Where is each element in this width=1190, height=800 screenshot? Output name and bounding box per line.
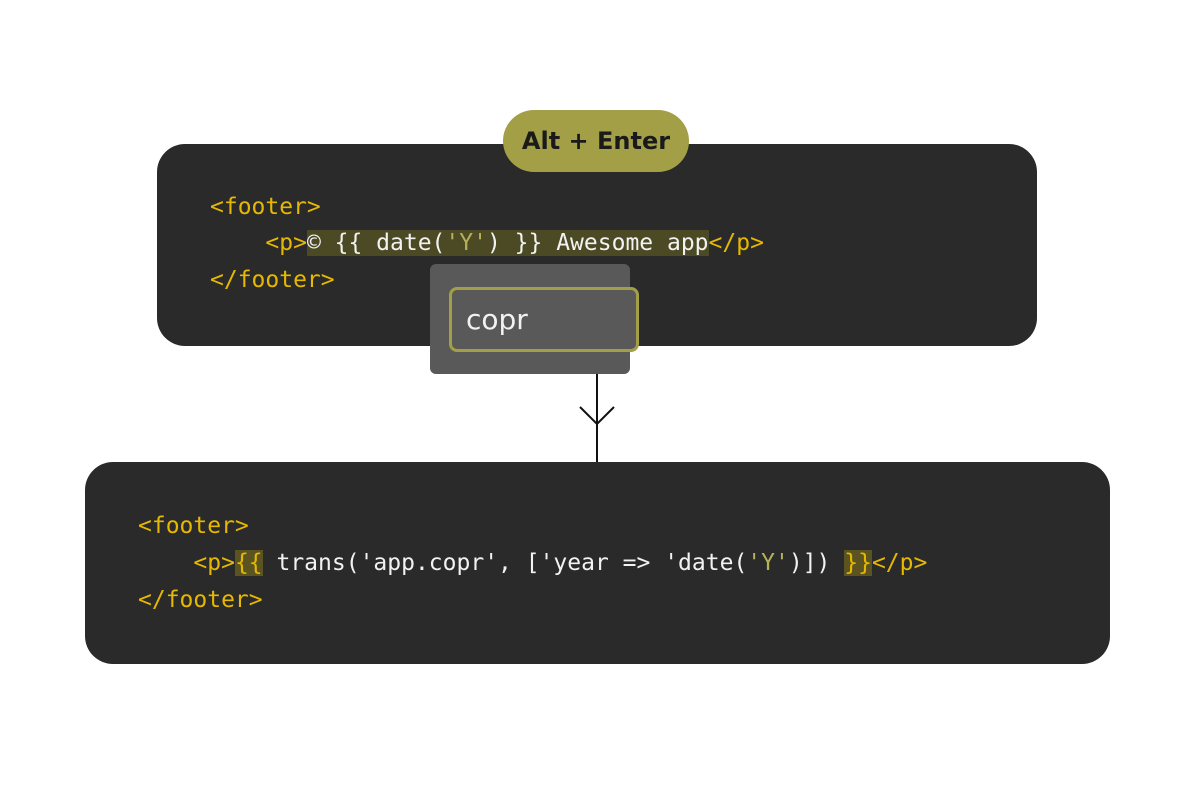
footer-open-tag: <footer>: [210, 194, 321, 220]
brace-close-highlight: }}: [844, 550, 872, 576]
p-close-tag: </p>: [871, 550, 928, 576]
string-literal: 'Y': [445, 230, 487, 256]
translation-key-popup: [430, 264, 639, 374]
string-literal: 'Y': [747, 550, 789, 576]
selected-text-part: © {{ date(: [306, 230, 446, 256]
p-close-tag: </p>: [708, 230, 764, 256]
p-open-tag: <p>: [193, 550, 235, 576]
footer-close-tag: </footer>: [210, 267, 335, 293]
brace-open-highlight: {{: [234, 550, 263, 576]
before-line-1: <footer>: [210, 189, 321, 225]
shortcut-badge: Alt + Enter: [503, 110, 689, 172]
shortcut-label: Alt + Enter: [521, 127, 671, 155]
trans-call: trans('app.copr', ['year => 'date(: [262, 550, 748, 576]
selected-text-part: ) }} Awesome app: [486, 230, 709, 256]
after-line-1: <footer>: [138, 508, 249, 544]
arrow-down-icon: [579, 374, 615, 462]
footer-close-tag: </footer>: [138, 587, 263, 613]
translation-key-input[interactable]: [449, 287, 639, 352]
before-line-3: </footer>: [210, 262, 335, 298]
p-open-tag: <p>: [265, 230, 307, 256]
trans-call-end: )]): [788, 550, 845, 576]
after-line-2: <p>{{ trans('app.copr', ['year => 'date(…: [138, 545, 927, 581]
selected-text[interactable]: © {{ date('Y') }} Awesome app: [306, 230, 709, 256]
footer-open-tag: <footer>: [138, 513, 249, 539]
before-line-2: <p>© {{ date('Y') }} Awesome app</p>: [210, 225, 764, 261]
after-line-3: </footer>: [138, 582, 263, 618]
